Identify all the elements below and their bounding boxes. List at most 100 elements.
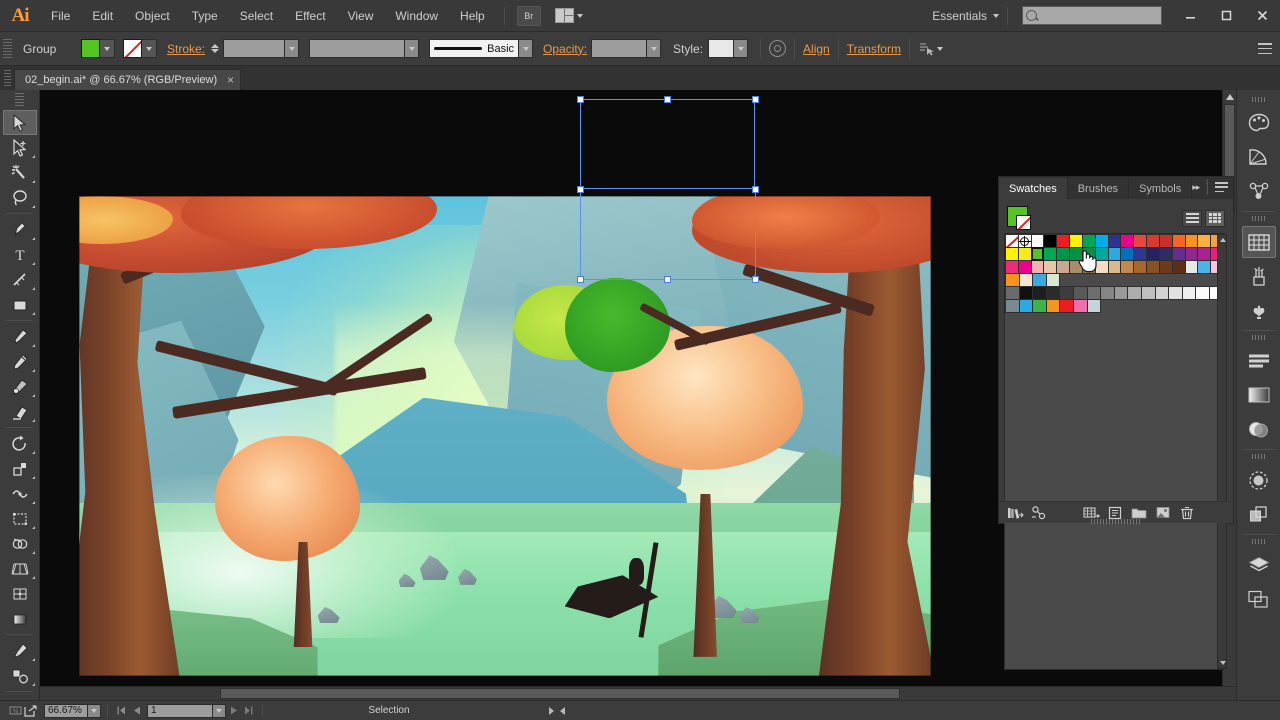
tab-symbols[interactable]: Symbols	[1129, 178, 1193, 199]
swatch-none-icon[interactable]	[1005, 234, 1019, 248]
magic-wand-tool[interactable]	[3, 160, 37, 185]
swatch[interactable]	[1195, 286, 1210, 300]
stroke-none-icon[interactable]	[123, 39, 142, 58]
swatch[interactable]	[1018, 273, 1034, 287]
list-view-button[interactable]	[1182, 209, 1202, 227]
shape-builder-tool[interactable]	[3, 531, 37, 556]
panel-scroll-down-icon[interactable]	[1219, 659, 1227, 667]
swatch[interactable]	[1197, 260, 1212, 274]
swatch[interactable]	[1043, 247, 1058, 261]
artboards-panel-icon[interactable]	[1242, 583, 1276, 615]
document-tab[interactable]: 02_begin.ai* @ 66.67% (RGB/Preview) ×	[14, 69, 242, 90]
artboard-number-dropdown[interactable]	[213, 703, 226, 718]
swatch[interactable]	[1081, 247, 1096, 261]
show-swatch-kinds-menu-icon[interactable]	[1028, 504, 1050, 522]
dock-grip-3[interactable]	[1252, 335, 1265, 340]
swatch[interactable]	[1017, 247, 1032, 261]
swatch[interactable]	[1107, 247, 1122, 261]
next-artboard-button[interactable]	[226, 704, 241, 718]
selection-handle-tr[interactable]	[752, 96, 759, 103]
blob-brush-tool[interactable]	[3, 374, 37, 399]
select-similar-button[interactable]	[918, 42, 943, 56]
selection-handle-ml[interactable]	[577, 186, 584, 193]
graphic-style-preview[interactable]	[708, 39, 735, 58]
selection-bounding-box[interactable]	[580, 99, 755, 189]
swatch[interactable]	[1094, 260, 1109, 274]
swatch[interactable]	[1154, 286, 1170, 300]
swatch-registration-icon[interactable]	[1017, 234, 1032, 248]
swatch[interactable]	[1043, 260, 1058, 274]
swatch[interactable]	[1086, 299, 1102, 313]
previous-artboard-button[interactable]	[129, 704, 144, 718]
swatch[interactable]	[1086, 286, 1102, 300]
rectangle-tool[interactable]	[3, 292, 37, 317]
swatch[interactable]	[1005, 286, 1020, 300]
dock-grip-4[interactable]	[1252, 454, 1265, 459]
panel-scrollbar[interactable]	[1217, 234, 1227, 669]
artboard[interactable]	[79, 196, 931, 676]
swatch[interactable]	[1032, 286, 1047, 300]
zoom-level-value[interactable]: 66.67%	[44, 703, 88, 718]
swatch[interactable]	[1158, 260, 1173, 274]
swatch[interactable]	[1069, 247, 1083, 261]
tab-brushes[interactable]: Brushes	[1068, 178, 1130, 199]
swatch[interactable]	[1171, 234, 1186, 248]
swatch[interactable]	[1140, 286, 1156, 300]
layers-panel-icon[interactable]	[1242, 549, 1276, 581]
graphic-style-dropdown[interactable]	[734, 39, 749, 58]
menu-help[interactable]: Help	[449, 0, 496, 32]
swatch[interactable]	[1171, 247, 1186, 261]
stroke-weight-dropdown[interactable]	[285, 39, 300, 58]
brush-definition-field[interactable]: Basic	[429, 39, 534, 58]
swatch[interactable]	[1120, 247, 1135, 261]
gradient-panel-icon[interactable]	[1242, 379, 1276, 411]
swatch[interactable]	[1045, 299, 1061, 313]
swatch[interactable]	[1017, 260, 1032, 274]
graphic-style-field[interactable]	[708, 39, 749, 58]
swatch[interactable]	[1107, 260, 1122, 274]
stroke-panel-icon[interactable]	[1242, 464, 1276, 496]
swatch-selected[interactable]	[1030, 247, 1045, 261]
stroke-weight-field[interactable]	[211, 39, 300, 58]
perspective-grid-tool[interactable]	[3, 556, 37, 581]
rotate-tool[interactable]	[3, 431, 37, 456]
swatch[interactable]	[1127, 286, 1142, 300]
stroke-weight-value[interactable]	[223, 39, 286, 58]
gradient-tool[interactable]	[3, 606, 37, 631]
delete-swatch-icon[interactable]	[1176, 504, 1198, 522]
tools-panel-grip[interactable]	[15, 93, 24, 107]
workspace-chevron-down-icon[interactable]	[993, 13, 999, 18]
swatch[interactable]	[1133, 247, 1148, 261]
fill-color-button[interactable]	[81, 39, 115, 58]
swatch[interactable]	[1069, 260, 1083, 274]
document-tab-close-icon[interactable]: ×	[227, 74, 234, 86]
stroke-weight-stepper[interactable]	[211, 39, 222, 58]
opacity-label[interactable]: Opacity:	[543, 42, 587, 56]
type-tool[interactable]: T	[3, 242, 37, 267]
panel-resize-grip[interactable]	[1091, 519, 1141, 524]
swatch[interactable]	[1072, 299, 1088, 313]
stroke-profile-value[interactable]	[309, 39, 406, 58]
opacity-field[interactable]	[591, 39, 662, 58]
current-color-indicator[interactable]	[1007, 206, 1031, 230]
bridge-icon[interactable]: Br	[516, 5, 541, 26]
swatch[interactable]	[1133, 260, 1148, 274]
swatch[interactable]	[1072, 286, 1088, 300]
pathfinder-panel-icon[interactable]	[1242, 498, 1276, 530]
status-menu-right-icon[interactable]	[549, 706, 554, 715]
appearance-panel-icon[interactable]	[1242, 175, 1276, 207]
first-artboard-button[interactable]	[114, 704, 129, 718]
align-panel-icon[interactable]	[1242, 345, 1276, 377]
swatch[interactable]	[1168, 286, 1183, 300]
selection-tool[interactable]	[2, 110, 37, 135]
brush-definition-value[interactable]: Basic	[429, 39, 520, 58]
opacity-dropdown[interactable]	[647, 39, 662, 58]
swatches-panel[interactable]: Swatches Brushes Symbols ▸▸ |	[998, 176, 1234, 670]
menu-view[interactable]: View	[337, 0, 385, 32]
swatch[interactable]	[1158, 247, 1173, 261]
line-segment-tool[interactable]	[3, 267, 37, 292]
panel-scroll-up-icon[interactable]	[1219, 236, 1227, 244]
transform-button[interactable]: Transform	[847, 42, 901, 56]
swatch[interactable]	[1197, 234, 1212, 248]
search-input[interactable]	[1022, 6, 1162, 25]
